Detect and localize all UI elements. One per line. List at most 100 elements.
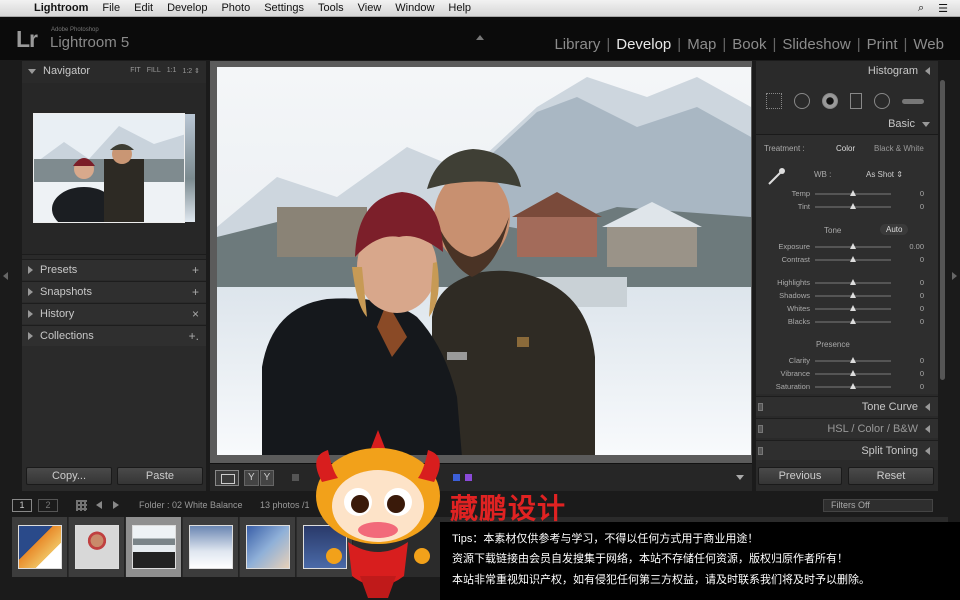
radial-filter-icon[interactable] — [874, 93, 890, 109]
slider-thumb[interactable] — [850, 383, 856, 389]
panel-switch-icon[interactable] — [758, 403, 763, 411]
basic-header[interactable]: Basic — [756, 114, 938, 134]
filmstrip-thumb[interactable] — [69, 517, 125, 577]
navigator-thumbnail[interactable] — [33, 113, 185, 223]
slider-thumb[interactable] — [850, 203, 856, 209]
copy-button[interactable]: Copy... — [26, 467, 112, 485]
slider-highlights[interactable]: Highlights 0 — [756, 276, 938, 289]
menu-app-name[interactable]: Lightroom — [30, 2, 96, 14]
slider-blacks[interactable]: Blacks 0 — [756, 315, 938, 328]
secondary-display-button[interactable]: 2 — [38, 499, 58, 512]
back-arrow-icon[interactable] — [96, 501, 102, 509]
red-eye-icon[interactable] — [822, 93, 838, 109]
toolbar-menu-icon[interactable] — [736, 475, 744, 480]
filter-select[interactable]: Filters Off — [823, 499, 933, 512]
left-panel-toggle-icon[interactable] — [3, 272, 8, 280]
slider-clarity[interactable]: Clarity 0 — [756, 354, 938, 367]
loupe-view-button[interactable] — [215, 470, 239, 486]
zoom-fit[interactable]: FIT — [130, 67, 141, 75]
right-panel-toggle-icon[interactable] — [952, 272, 957, 280]
slider-value[interactable]: 0 — [920, 255, 924, 264]
collections-section[interactable]: Collections +. — [22, 325, 206, 346]
graduated-filter-icon[interactable] — [850, 93, 862, 109]
slider-value[interactable]: 0 — [920, 356, 924, 365]
split-toning-section[interactable]: Split Toning — [756, 440, 938, 460]
filmstrip-source[interactable]: Folder : 02 White Balance — [139, 500, 243, 510]
slider-shadows[interactable]: Shadows 0 — [756, 289, 938, 302]
photo-preview[interactable] — [217, 67, 751, 455]
menu-tools[interactable]: Tools — [312, 2, 352, 14]
wb-select[interactable]: As Shot ⇕ — [866, 170, 903, 179]
filmstrip-thumb[interactable] — [183, 517, 239, 577]
thumbnail-image[interactable] — [189, 525, 233, 569]
paste-button[interactable]: Paste — [117, 467, 203, 485]
slider-temp[interactable]: Temp 0 — [756, 187, 938, 200]
module-map[interactable]: Map — [681, 36, 722, 53]
slider-saturation[interactable]: Saturation 0 — [756, 380, 938, 393]
menu-photo[interactable]: Photo — [215, 2, 258, 14]
module-slideshow[interactable]: Slideshow — [776, 36, 856, 53]
filmstrip-thumb-selected[interactable] — [126, 517, 182, 577]
slider-value[interactable]: 0 — [920, 369, 924, 378]
module-book[interactable]: Book — [726, 36, 772, 53]
module-print[interactable]: Print — [861, 36, 904, 53]
thumbnail-image[interactable] — [132, 525, 176, 569]
auto-tone-button[interactable]: Auto — [880, 224, 909, 235]
filmstrip-thumb[interactable] — [240, 517, 296, 577]
image-canvas[interactable] — [210, 61, 752, 463]
primary-display-button[interactable]: 1 — [12, 499, 32, 512]
grid-view-icon[interactable] — [76, 500, 87, 511]
menu-settings[interactable]: Settings — [258, 2, 312, 14]
clear-history-icon[interactable]: × — [192, 307, 206, 321]
zoom-1-1[interactable]: 1:1 — [167, 67, 177, 75]
right-panel-scrollbar[interactable] — [940, 80, 945, 380]
slider-whites[interactable]: Whites 0 — [756, 302, 938, 315]
slider-contrast[interactable]: Contrast 0 — [756, 253, 938, 266]
zoom-fill[interactable]: FILL — [147, 67, 161, 75]
slider-value[interactable]: 0 — [920, 304, 924, 313]
slider-thumb[interactable] — [850, 190, 856, 196]
thumbnail-image[interactable] — [18, 525, 62, 569]
module-develop[interactable]: Develop — [610, 36, 677, 53]
menu-help[interactable]: Help — [442, 2, 479, 14]
before-after-a[interactable]: Y — [244, 470, 259, 486]
slider-thumb[interactable] — [850, 357, 856, 363]
menu-file[interactable]: File — [96, 2, 128, 14]
slider-thumb[interactable] — [850, 292, 856, 298]
menu-develop[interactable]: Develop — [161, 2, 215, 14]
treatment-color[interactable]: Color — [836, 144, 855, 153]
before-after-b[interactable]: Y — [259, 470, 275, 486]
add-collection-icon[interactable]: +. — [189, 329, 206, 343]
search-icon[interactable]: ⌕ — [918, 2, 924, 15]
slider-thumb[interactable] — [850, 243, 856, 249]
top-panel-toggle-icon[interactable] — [476, 35, 484, 40]
slider-thumb[interactable] — [850, 256, 856, 262]
spot-removal-icon[interactable] — [794, 93, 810, 109]
snapshots-section[interactable]: Snapshots + — [22, 281, 206, 302]
module-web[interactable]: Web — [907, 36, 950, 53]
reset-button[interactable]: Reset — [848, 467, 934, 485]
history-section[interactable]: History × — [22, 303, 206, 324]
module-library[interactable]: Library — [548, 36, 606, 53]
slider-value[interactable]: 0 — [920, 189, 924, 198]
histogram-header[interactable]: Histogram — [756, 61, 938, 81]
forward-arrow-icon[interactable] — [113, 501, 119, 509]
adjustment-brush-icon[interactable] — [902, 98, 924, 104]
wb-eyedropper-icon[interactable] — [765, 167, 787, 187]
menu-edit[interactable]: Edit — [128, 2, 161, 14]
add-snapshot-icon[interactable]: + — [192, 285, 206, 299]
before-after-toggle[interactable]: Y Y — [244, 470, 275, 486]
slider-exposure[interactable]: Exposure 0.00 — [756, 240, 938, 253]
slider-value[interactable]: 0 — [920, 317, 924, 326]
slider-thumb[interactable] — [850, 305, 856, 311]
navigator-header[interactable]: Navigator FIT FILL 1:1 1:2 ⇕ — [22, 61, 206, 81]
menu-view[interactable]: View — [352, 2, 390, 14]
slider-vibrance[interactable]: Vibrance 0 — [756, 367, 938, 380]
presets-section[interactable]: Presets + — [22, 259, 206, 280]
slider-value[interactable]: 0 — [920, 382, 924, 391]
color-label-swatch[interactable] — [292, 474, 299, 481]
slider-value[interactable]: 0 — [920, 291, 924, 300]
thumbnail-image[interactable] — [246, 525, 290, 569]
zoom-1-2[interactable]: 1:2 ⇕ — [182, 67, 200, 75]
panel-switch-icon[interactable] — [758, 447, 763, 455]
